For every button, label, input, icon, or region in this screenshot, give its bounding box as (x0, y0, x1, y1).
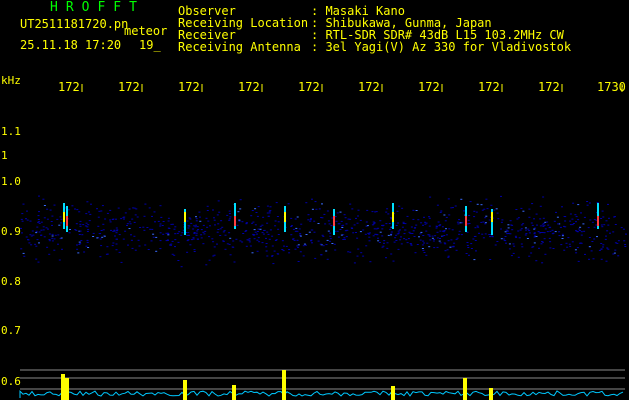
spectrum-peak (463, 378, 467, 400)
meteor-echo-core (392, 212, 394, 222)
noise-band (20, 195, 627, 268)
y-tick-label: 0.7 (1, 324, 21, 337)
meteor-tag: meteor (124, 24, 168, 38)
y-tick-label: 1.1 (1, 125, 21, 138)
spectrum-peak (183, 380, 187, 400)
y-axis-unit: kHz (1, 74, 21, 87)
meteor-echo-core (491, 212, 493, 222)
file-name: UT2511181720.pn (20, 17, 129, 31)
x-tick-label: 172 (178, 80, 200, 94)
y-tick-label: 1.0 (1, 175, 21, 188)
y-tick-label: 0.6 (1, 375, 21, 388)
x-tick-label: 1730 (597, 80, 626, 94)
spectrum-peak (282, 370, 286, 400)
x-tick-label: 172 (418, 80, 440, 94)
y-tick-label: 1 (1, 149, 8, 162)
spectrum-peak (61, 374, 65, 400)
spectrum-peak (489, 388, 493, 400)
meteor-echo-core (234, 216, 236, 226)
x-tick-label: 172 (358, 80, 380, 94)
x-tick-label: 172 (478, 80, 500, 94)
x-tick-label: 172 (538, 80, 560, 94)
y-tick-label: 0.8 (1, 275, 21, 288)
spectrum-peak (232, 385, 236, 400)
x-tick-label: 172 (238, 80, 260, 94)
meteor-echo-core (184, 212, 186, 222)
meteor-echo-core (597, 216, 599, 226)
waterfall-plot (19, 84, 627, 400)
meteor-echo-core (66, 216, 68, 226)
x-tick-label: 172 (118, 80, 140, 94)
antenna-value: : 3el Yagi(V) Az 330 for Vladivostok (311, 40, 572, 54)
meteor-echo-core (465, 216, 467, 226)
spectrum-peak (65, 378, 69, 400)
spectrum-trace (19, 389, 624, 398)
meteor-echo-core (284, 212, 286, 222)
y-tick-label: 0.9 (1, 225, 21, 238)
app-brand: HROFFT (50, 0, 145, 15)
x-tick-label: 172 (58, 80, 80, 94)
meteor-echo-core (63, 212, 65, 222)
capture-datetime: 25.11.18 17:20 (20, 38, 122, 52)
meteor-echo-core (333, 216, 335, 226)
antenna-label: Receiving Antenna (178, 40, 301, 54)
spectrum-peak (391, 386, 395, 400)
meteor-count: 19_ (139, 38, 161, 52)
x-tick-label: 172 (298, 80, 320, 94)
